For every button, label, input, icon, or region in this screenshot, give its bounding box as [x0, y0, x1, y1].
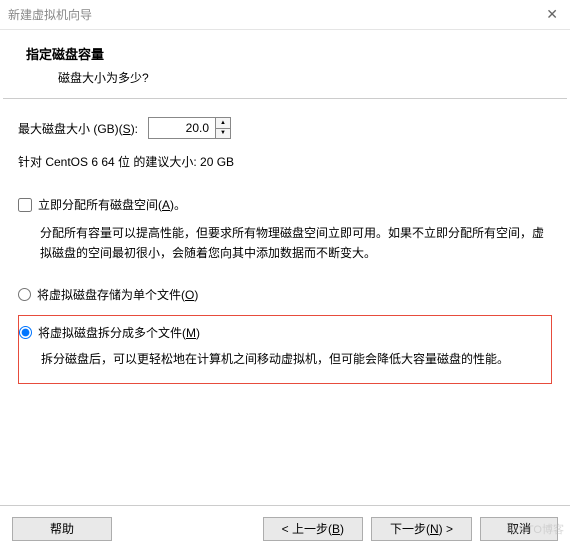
back-button[interactable]: < 上一步(B) [263, 517, 363, 541]
page-title: 指定磁盘容量 [26, 44, 562, 63]
spinner-up-icon[interactable]: ▲ [216, 118, 230, 129]
store-multi-label: 将虚拟磁盘拆分成多个文件(M) [38, 324, 200, 341]
allocate-now-label: 立即分配所有磁盘空间(A)。 [38, 196, 186, 213]
footer: 帮助 < 上一步(B) 下一步(N) > 取消 [0, 505, 570, 551]
disk-size-row: 最大磁盘大小 (GB)(S): ▲ ▼ [18, 117, 552, 139]
store-single-radio[interactable] [18, 288, 31, 301]
page-subtitle: 磁盘大小为多少? [26, 69, 562, 86]
recommend-text: 针对 CentOS 6 64 位 的建议大小: 20 GB [18, 153, 552, 170]
store-multi-radio[interactable] [19, 326, 32, 339]
store-single-row[interactable]: 将虚拟磁盘存储为单个文件(O) [18, 286, 552, 303]
spinner-down-icon[interactable]: ▼ [216, 129, 230, 139]
store-single-label: 将虚拟磁盘存储为单个文件(O) [37, 286, 198, 303]
next-button[interactable]: 下一步(N) > [371, 517, 472, 541]
store-multi-highlight: 将虚拟磁盘拆分成多个文件(M) 拆分磁盘后，可以更轻松地在计算机之间移动虚拟机，… [18, 315, 552, 384]
spinner-buttons: ▲ ▼ [215, 118, 230, 138]
help-button[interactable]: 帮助 [12, 517, 112, 541]
cancel-button[interactable]: 取消 [480, 517, 558, 541]
disk-size-label: 最大磁盘大小 (GB)(S): [18, 120, 138, 137]
titlebar: 新建虚拟机向导 ✕ [0, 0, 570, 30]
allocate-now-row[interactable]: 立即分配所有磁盘空间(A)。 [18, 196, 552, 213]
window-title: 新建虚拟机向导 [8, 6, 92, 23]
content: 最大磁盘大小 (GB)(S): ▲ ▼ 针对 CentOS 6 64 位 的建议… [0, 99, 570, 384]
disk-size-spinner[interactable]: ▲ ▼ [148, 117, 231, 139]
nav-buttons: < 上一步(B) 下一步(N) > 取消 [263, 517, 558, 541]
wizard-header: 指定磁盘容量 磁盘大小为多少? [0, 30, 570, 98]
store-multi-desc: 拆分磁盘后，可以更轻松地在计算机之间移动虚拟机，但可能会降低大容量磁盘的性能。 [19, 349, 543, 369]
allocate-now-checkbox[interactable] [18, 198, 32, 212]
close-icon[interactable]: ✕ [546, 6, 558, 23]
disk-size-input[interactable] [149, 118, 215, 138]
store-multi-row[interactable]: 将虚拟磁盘拆分成多个文件(M) [19, 324, 543, 341]
allocate-now-desc: 分配所有容量可以提高性能，但要求所有物理磁盘空间立即可用。如果不立即分配所有空间… [18, 223, 552, 264]
